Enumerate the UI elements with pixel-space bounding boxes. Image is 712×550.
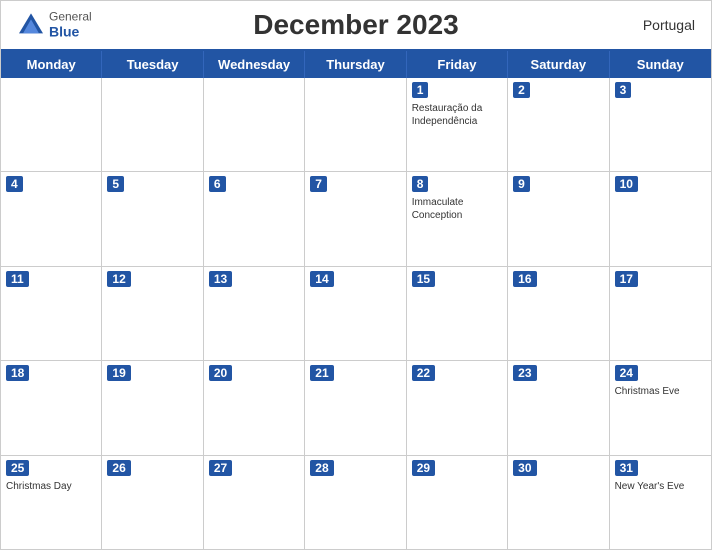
event-text: Christmas Day [6,480,96,493]
day-cell [102,78,203,171]
day-number: 6 [209,176,226,192]
day-headers-row: Monday Tuesday Wednesday Thursday Friday… [1,51,711,78]
week-row: 18 19 20 21 22 23 24 Christmas Eve [1,361,711,455]
day-header-thursday: Thursday [305,51,406,78]
day-number: 8 [412,176,429,192]
day-number: 23 [513,365,536,381]
day-number: 25 [6,460,29,476]
day-cell: 8 Immaculate Conception [407,172,508,265]
day-number: 30 [513,460,536,476]
week-row: 1 Restauração da Independência 2 3 [1,78,711,172]
day-header-friday: Friday [407,51,508,78]
day-header-saturday: Saturday [508,51,609,78]
logo-text: General Blue [49,9,92,40]
day-number: 29 [412,460,435,476]
day-header-sunday: Sunday [610,51,711,78]
day-cell [1,78,102,171]
day-cell: 15 [407,267,508,360]
header: General Blue December 2023 Portugal [1,1,711,49]
day-cell: 20 [204,361,305,454]
day-cell: 31 New Year's Eve [610,456,711,549]
week-row: 4 5 6 7 8 Immaculate Conception 9 10 [1,172,711,266]
day-cell: 10 [610,172,711,265]
day-number: 19 [107,365,130,381]
day-cell: 18 [1,361,102,454]
day-number: 14 [310,271,333,287]
day-cell: 5 [102,172,203,265]
day-number: 13 [209,271,232,287]
day-cell: 26 [102,456,203,549]
event-text: Immaculate Conception [412,196,502,222]
day-cell [204,78,305,171]
day-cell: 1 Restauração da Independência [407,78,508,171]
event-text: Restauração da Independência [412,102,502,128]
logo-blue-text: Blue [49,24,92,41]
day-header-tuesday: Tuesday [102,51,203,78]
day-number: 17 [615,271,638,287]
day-number: 20 [209,365,232,381]
day-number: 24 [615,365,638,381]
day-number: 16 [513,271,536,287]
weeks-container: 1Restauração da Independência2345678Imma… [1,78,711,549]
day-cell [305,78,406,171]
day-number: 2 [513,82,530,98]
day-cell: 29 [407,456,508,549]
day-number: 12 [107,271,130,287]
day-cell: 30 [508,456,609,549]
week-row: 11 12 13 14 15 16 17 [1,267,711,361]
day-number: 1 [412,82,429,98]
day-number: 15 [412,271,435,287]
logo: General Blue [17,9,92,40]
day-number: 31 [615,460,638,476]
day-cell: 16 [508,267,609,360]
event-text: Christmas Eve [615,385,706,398]
calendar-page: General Blue December 2023 Portugal Mond… [0,0,712,550]
day-header-monday: Monday [1,51,102,78]
day-cell: 11 [1,267,102,360]
day-number: 22 [412,365,435,381]
day-number: 10 [615,176,638,192]
page-title: December 2023 [253,9,458,41]
week-row: 25 Christmas Day 26 27 28 29 30 31 New Year's Ev… [1,456,711,549]
day-cell: 7 [305,172,406,265]
day-number: 4 [6,176,23,192]
day-number: 11 [6,271,29,287]
day-number: 9 [513,176,530,192]
day-number: 5 [107,176,124,192]
logo-general-text: General [49,9,92,23]
day-cell: 23 [508,361,609,454]
day-cell: 24 Christmas Eve [610,361,711,454]
day-cell: 19 [102,361,203,454]
day-cell: 25 Christmas Day [1,456,102,549]
day-cell: 17 [610,267,711,360]
event-text: New Year's Eve [615,480,706,493]
day-header-wednesday: Wednesday [204,51,305,78]
day-number: 18 [6,365,29,381]
day-number: 7 [310,176,327,192]
day-cell: 6 [204,172,305,265]
day-cell: 13 [204,267,305,360]
day-number: 21 [310,365,333,381]
day-cell: 28 [305,456,406,549]
day-cell: 14 [305,267,406,360]
day-cell: 4 [1,172,102,265]
day-cell: 12 [102,267,203,360]
day-number: 28 [310,460,333,476]
day-cell: 3 [610,78,711,171]
calendar: Monday Tuesday Wednesday Thursday Friday… [1,49,711,549]
day-cell: 21 [305,361,406,454]
day-cell: 22 [407,361,508,454]
logo-icon [17,11,45,39]
day-number: 27 [209,460,232,476]
day-cell: 2 [508,78,609,171]
day-cell: 27 [204,456,305,549]
country-label: Portugal [643,17,695,33]
day-cell: 9 [508,172,609,265]
day-number: 3 [615,82,632,98]
day-number: 26 [107,460,130,476]
